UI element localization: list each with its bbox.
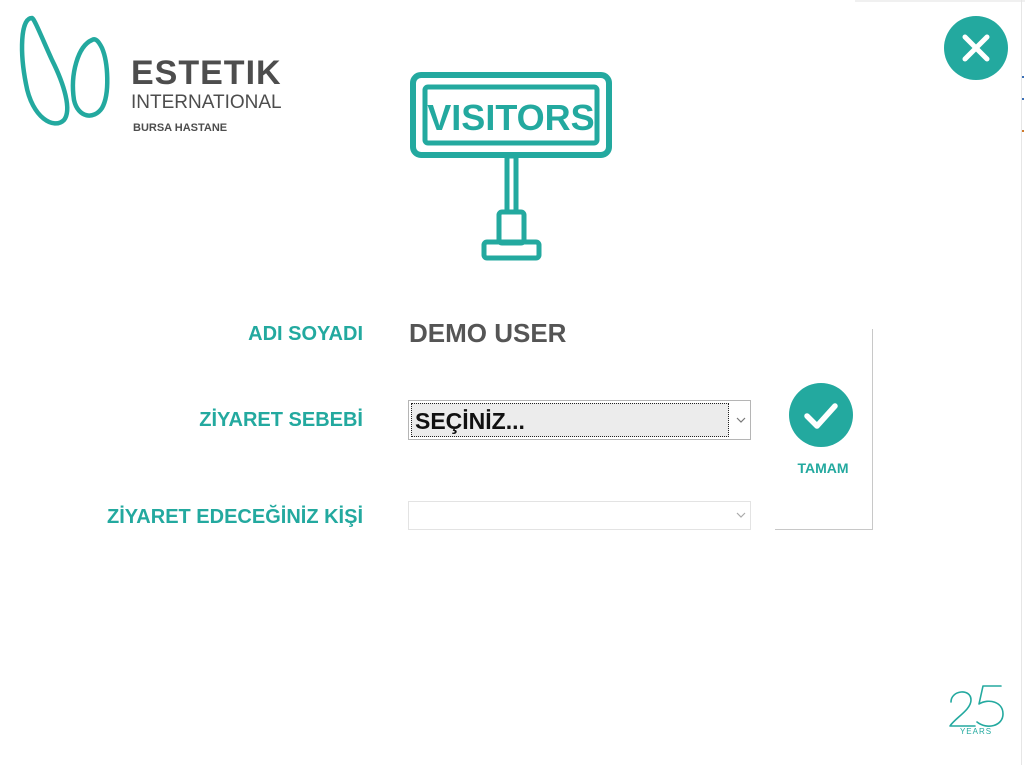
edge-mark — [1022, 76, 1024, 78]
ok-button[interactable] — [789, 383, 853, 447]
name-value: DEMO USER — [409, 318, 567, 348]
edge-mark — [1022, 130, 1024, 132]
name-label: ADI SOYADI — [248, 323, 363, 345]
years-caption: YEARS — [959, 727, 993, 736]
visitors-sign: VISITORS — [408, 70, 614, 264]
chevron-down-icon — [736, 417, 746, 423]
checkmark-icon — [804, 403, 838, 429]
visit-reason-focus-box: SEÇİNİZ... — [411, 403, 729, 437]
visit-reason-select[interactable]: SEÇİNİZ... — [408, 400, 751, 440]
brand-title: ESTETIK — [131, 54, 282, 92]
window-top-edge — [855, 0, 1025, 2]
close-icon — [962, 34, 990, 62]
visited-person-select[interactable] — [408, 501, 751, 530]
visited-person-label: ZİYARET EDECEĞİNİZ KİŞİ — [107, 506, 363, 528]
edge-mark — [1022, 98, 1024, 100]
estetik-logo-icon — [19, 15, 110, 126]
ok-button-label[interactable]: TAMAM — [775, 459, 871, 477]
brand-subtitle: INTERNATIONAL — [131, 92, 282, 113]
close-button[interactable] — [944, 16, 1008, 80]
visitor-form-window: ESTETIK INTERNATIONAL BURSA HASTANE VISI… — [0, 0, 1025, 765]
visit-reason-label: ZİYARET SEBEBİ — [199, 409, 363, 431]
brand-location: BURSA HASTANE — [133, 122, 228, 134]
visitors-sign-text: VISITORS — [427, 97, 595, 138]
window-right-edge — [1021, 0, 1022, 765]
chevron-down-icon — [736, 512, 746, 518]
visit-reason-selected-value: SEÇİNİZ... — [415, 408, 525, 434]
